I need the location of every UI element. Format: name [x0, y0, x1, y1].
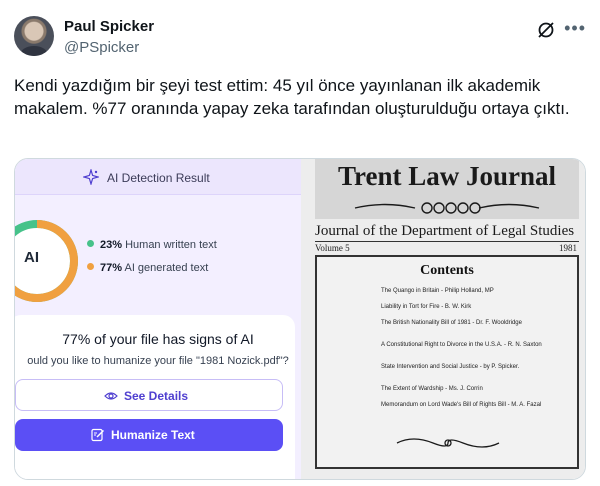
detection-header: AI Detection Result: [15, 159, 301, 195]
result-title: 77% of your file has signs of AI: [62, 331, 254, 347]
result-subtitle: ould you like to humanize your file "198…: [27, 355, 289, 367]
journal-rule: [315, 241, 579, 242]
ai-percent: 77%: [100, 262, 123, 274]
human-label: Human written text: [125, 239, 217, 251]
edit-icon: [91, 428, 104, 442]
masthead-ornament: [354, 202, 540, 214]
ring-label: AI: [24, 249, 39, 266]
journal-year: 1981: [559, 243, 577, 253]
journal-scan: Trent Law Journal Journal of the Departm…: [301, 159, 585, 479]
humanize-text-label: Humanize Text: [111, 428, 195, 442]
tweet-media[interactable]: AI Detection Result AI 23% Human written…: [14, 158, 586, 480]
avatar[interactable]: [14, 16, 54, 56]
contents-title: Contents: [420, 263, 474, 278]
legend-human: 23% Human written text: [87, 239, 217, 251]
contents-entry: Memorandum on Lord Wade's Bill of Rights…: [381, 402, 542, 408]
contents-entry: The Extent of Wardship - Ms. J. Corrin: [381, 386, 483, 392]
author-name[interactable]: Paul Spicker: [64, 18, 154, 35]
journal-subtitle: Journal of the Department of Legal Studi…: [315, 223, 575, 239]
eye-icon: [104, 392, 118, 400]
see-details-button[interactable]: See Details: [15, 379, 283, 411]
contents-entry: The British Nationality Bill of 1981 - D…: [381, 320, 522, 326]
more-options-icon[interactable]: •••: [564, 18, 586, 39]
ai-dot-icon: [87, 263, 94, 270]
legend-ai: 77% AI generated text: [87, 262, 208, 274]
grok-icon[interactable]: [536, 20, 556, 40]
ai-label: AI generated text: [124, 262, 209, 274]
contents-entry: A Constitutional Right to Divorce in the…: [381, 342, 542, 348]
detection-title: AI Detection Result: [107, 171, 210, 185]
tweet-header: Paul Spicker @PSpicker •••: [14, 12, 586, 62]
humanize-text-button[interactable]: Humanize Text: [15, 419, 283, 451]
see-details-label: See Details: [124, 389, 189, 403]
contents-entry: Liability in Tort for Fire - B. W. Kirk: [381, 304, 472, 310]
ai-detection-panel: AI Detection Result AI 23% Human written…: [15, 159, 301, 479]
journal-volume: Volume 5: [315, 243, 350, 253]
human-percent: 23%: [100, 239, 123, 251]
tweet-text: Kendi yazdığım bir şeyi test ettim: 45 y…: [14, 76, 570, 118]
human-dot-icon: [87, 240, 94, 247]
author-handle[interactable]: @PSpicker: [64, 39, 139, 56]
journal-title: Trent Law Journal: [337, 161, 557, 191]
contents-entry: State Intervention and Social Justice - …: [381, 364, 520, 370]
contents-ornament: [396, 438, 500, 448]
contents-entry: The Quango in Britain - Philip Holland, …: [381, 288, 494, 294]
contents-box: Contents The Quango in Britain - Philip …: [315, 255, 579, 469]
sparkle-icon: [83, 169, 99, 185]
